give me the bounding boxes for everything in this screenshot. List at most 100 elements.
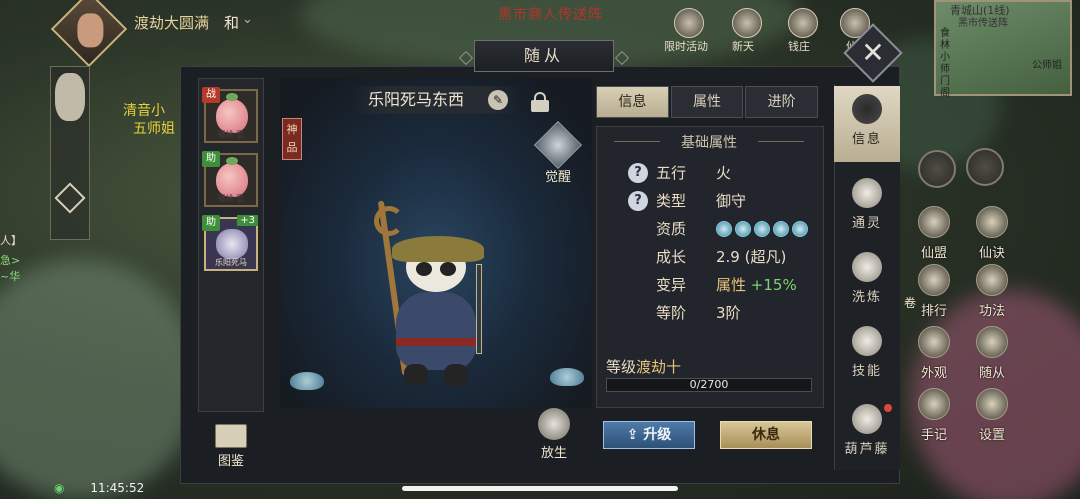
battle-badge: 战 [202,87,220,103]
gourd-icon [852,404,882,434]
settings-menu-item[interactable]: 设置 [964,388,1020,443]
xp-bar: 0/2700 [606,378,812,392]
panda-companion-model[interactable] [370,200,500,390]
flag-icon[interactable] [54,182,86,214]
side-tab-spirit[interactable]: 通灵 [834,178,900,231]
new-day-icon[interactable] [732,8,762,38]
help-icon[interactable]: ? [628,163,648,183]
peach-icon [216,99,248,133]
upgrade-button[interactable]: ⇪ 升级 [603,421,695,449]
quest-text-1[interactable]: 清音小 [123,100,165,120]
side-tab-skill[interactable]: 技能 [834,326,900,379]
release-label: 放生 [540,446,567,461]
limited-activity-icon[interactable] [674,8,704,38]
wifi-icon: ◉ [54,481,65,495]
right-edge-text: 卷 [904,296,917,310]
rest-button[interactable]: 休息 [720,421,812,449]
companion-name: 蟠桃·壹 [217,130,245,139]
lotus-icon [550,368,584,386]
lock-icon[interactable] [530,92,550,112]
awaken-icon [533,120,583,170]
skill-menu-item[interactable]: 功法 [964,264,1020,319]
art-menu-item[interactable]: 仙诀 [964,206,1020,261]
info-icon [852,94,882,124]
panda-icon [216,229,248,259]
side-tab-refine[interactable]: 洗炼 [834,252,900,305]
skill-icon [976,264,1008,296]
gourd-round-icon[interactable] [918,150,956,188]
element-value: 火 [716,164,732,182]
grade-tag: 神品 [282,118,302,160]
release-icon [538,408,570,440]
atlas-button[interactable]: 图鉴 [208,424,254,469]
fan-icon[interactable] [55,73,85,121]
aptitude-star-icon [735,221,751,237]
appearance-icon [918,326,950,358]
companion-name: 蟠桃·壹 [217,194,245,203]
aptitude-star-icon [716,221,732,237]
appearance-menu-item[interactable]: 外观 [906,326,962,381]
side-tab-info[interactable]: 信息 [834,86,900,162]
left-edge-text-1: 人】 [0,234,22,247]
companion-slot-2[interactable]: 助 蟠桃·壹 [202,151,258,207]
journal-menu-item[interactable]: 手记 [906,388,962,443]
minimap[interactable]: 青城山(1线) 黑市传送阵 食林小师门阁 公师姐 [934,0,1072,99]
lotus-icon [290,372,324,390]
limited-activity-label: 限时活动 [664,40,708,53]
companion-menu-item[interactable]: 随从 [964,326,1020,381]
companion-list: 战 蟠桃·壹 助 蟠桃·壹 助 +3 乐阳死马 [198,78,264,412]
location-banner: 黑市商人传送阵 [498,7,603,23]
treasure-icon[interactable] [788,8,818,38]
companion-icon [976,326,1008,358]
tab-advance[interactable]: 进阶 [745,86,819,118]
companion-slot-3[interactable]: 助 +3 乐阳死马 [202,215,258,271]
info-tabs: 信息 属性 进阶 [596,86,819,118]
refine-icon [852,252,882,282]
chevron-down-icon[interactable]: ⌄ [242,12,253,27]
status-time: 11:45:52 [90,481,145,495]
aptitude-star-icon [773,221,789,237]
minimap-subtitle: 黑市传送阵 [958,18,1008,29]
treasure-label: 钱庄 [788,40,810,53]
close-icon[interactable]: ✕ [852,32,894,74]
minimap-npc-label: 公师姐 [1032,60,1062,71]
aptitude-stars [716,221,808,237]
side-tab-gourd[interactable]: 葫芦藤 [834,404,900,457]
assist-badge: 助 [202,151,220,167]
quest-text-2[interactable]: 五师姐 [133,118,175,138]
tab-info[interactable]: 信息 [596,86,669,118]
left-edge-text-2: 急> [0,254,21,267]
left-edge-text-3: ~华 [0,270,21,283]
minimap-vertical-label: 食林小师门阁 [940,28,950,99]
upgrade-icon: ⇪ [626,427,639,443]
rank-icon [918,264,950,296]
awaken-button[interactable]: 觉醒 [533,120,583,185]
edit-icon[interactable]: ✎ [488,90,508,110]
mutation-bonus: +15% [750,276,797,294]
sect-menu-item[interactable]: 仙盟 [906,206,962,261]
peach-icon [216,163,248,197]
notification-dot [884,404,892,412]
type-value: 御守 [716,192,747,210]
companion-slot-1[interactable]: 战 蟠桃·壹 [202,87,258,143]
companion-name: 乐阳死马 [215,258,247,267]
tab-attributes[interactable]: 属性 [670,86,744,118]
help-icon[interactable]: ? [628,191,648,211]
enhance-badge: +3 [237,215,258,226]
release-button[interactable]: 放生 [530,408,578,461]
aptitude-star-icon [754,221,770,237]
settings-icon [976,388,1008,420]
home-indicator[interactable] [402,486,678,491]
refresh-round-icon[interactable] [966,148,1004,186]
atlas-label: 图鉴 [217,454,244,469]
skill-icon [852,326,882,356]
left-quest-panel [50,66,90,240]
player-tag[interactable]: 和 [224,12,239,33]
section-title: 基础属性 [598,132,820,152]
rank-value: 3阶 [716,304,741,322]
level-value: 渡劫十 [636,358,682,376]
xp-text: 0/2700 [689,378,729,391]
status-bar: ◉ 11:45:52 [54,481,144,495]
mutation-value: 属性 +15% [716,276,797,294]
journal-icon [918,388,950,420]
